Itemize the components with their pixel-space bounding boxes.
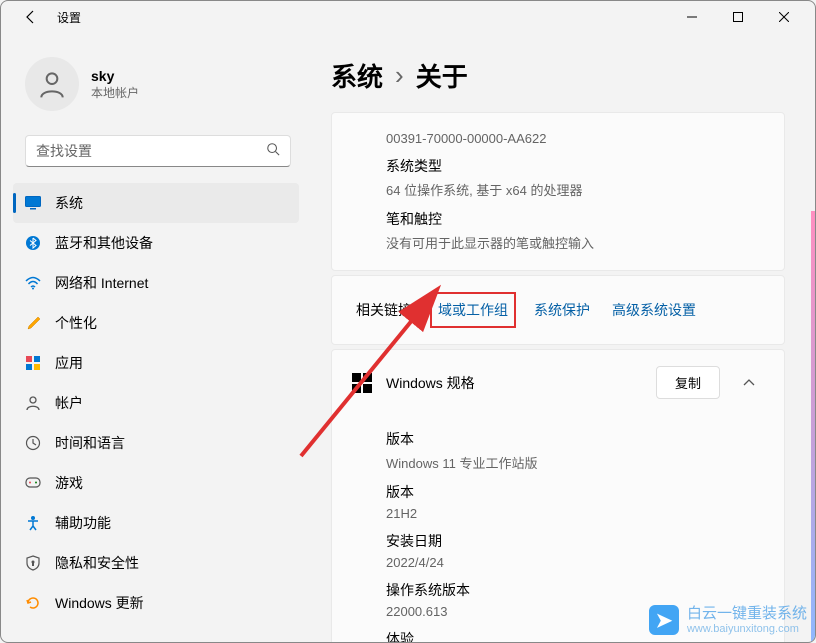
apps-icon — [25, 355, 41, 371]
watermark-url: www.baiyunxitong.com — [687, 623, 807, 636]
system-icon — [25, 195, 41, 211]
pen-touch-label: 笔和触控 — [386, 209, 760, 229]
system-type-label: 系统类型 — [386, 156, 760, 176]
edition-label: 版本 — [386, 429, 760, 449]
clock-globe-icon — [25, 435, 41, 451]
decorative-strip — [811, 211, 815, 642]
search-icon — [266, 142, 280, 161]
avatar — [25, 57, 79, 111]
pen-touch-value: 没有可用于此显示器的笔或触控输入 — [386, 233, 760, 252]
system-type-value: 64 位操作系统, 基于 x64 的处理器 — [386, 180, 760, 199]
back-button[interactable] — [21, 7, 41, 27]
link-system-protection[interactable]: 系统保护 — [530, 298, 594, 322]
nav-system[interactable]: 系统 — [13, 183, 299, 223]
nav-label: 应用 — [55, 353, 83, 373]
nav-list: 系统 蓝牙和其他设备 网络和 Internet 个性化 应用 — [1, 179, 311, 642]
chevron-right-icon: › — [395, 60, 404, 91]
nav-label: 隐私和安全性 — [55, 553, 139, 573]
related-links-card: 相关链接 域或工作组 系统保护 高级系统设置 — [331, 275, 785, 345]
breadcrumb-page: 关于 — [416, 57, 468, 94]
person-icon — [25, 395, 41, 411]
watermark: ➤ 白云一键重装系统 www.baiyunxitong.com — [649, 605, 807, 636]
related-links-label: 相关链接 — [356, 300, 412, 320]
install-date-value: 2022/4/24 — [386, 555, 760, 570]
device-info-card: 00391-70000-00000-AA622 系统类型 64 位操作系统, 基… — [331, 112, 785, 271]
nav-accounts[interactable]: 帐户 — [13, 383, 299, 423]
nav-gaming[interactable]: 游戏 — [13, 463, 299, 503]
bluetooth-icon — [25, 235, 41, 251]
nav-label: 个性化 — [55, 313, 97, 333]
version-label: 版本 — [386, 482, 760, 502]
product-id-value: 00391-70000-00000-AA622 — [386, 131, 760, 146]
nav-label: 时间和语言 — [55, 433, 125, 453]
nav-label: 帐户 — [55, 393, 83, 413]
accessibility-icon — [25, 515, 41, 531]
chevron-up-icon[interactable] — [734, 374, 764, 392]
windows-spec-card: Windows 规格 复制 版本 Windows 11 专业工作站版 版本 21… — [331, 349, 785, 642]
nav-apps[interactable]: 应用 — [13, 343, 299, 383]
nav-windows-update[interactable]: Windows 更新 — [13, 583, 299, 623]
brush-icon — [25, 315, 41, 331]
nav-time-language[interactable]: 时间和语言 — [13, 423, 299, 463]
nav-label: 游戏 — [55, 473, 83, 493]
nav-accessibility[interactable]: 辅助功能 — [13, 503, 299, 543]
user-section[interactable]: sky 本地帐户 — [1, 33, 311, 131]
update-icon — [25, 595, 41, 611]
nav-label: 蓝牙和其他设备 — [55, 233, 153, 253]
search-placeholder: 查找设置 — [36, 141, 92, 161]
main-content: 系统 › 关于 00391-70000-00000-AA622 系统类型 64 … — [311, 33, 815, 642]
link-domain-workgroup[interactable]: 域或工作组 — [430, 292, 516, 328]
user-type: 本地帐户 — [91, 84, 139, 101]
search-input[interactable]: 查找设置 — [25, 135, 291, 167]
user-name: sky — [91, 68, 139, 84]
nav-bluetooth[interactable]: 蓝牙和其他设备 — [13, 223, 299, 263]
version-value: 21H2 — [386, 506, 760, 521]
nav-privacy[interactable]: 隐私和安全性 — [13, 543, 299, 583]
watermark-icon: ➤ — [649, 605, 679, 635]
nav-personalization[interactable]: 个性化 — [13, 303, 299, 343]
link-advanced-settings[interactable]: 高级系统设置 — [608, 298, 700, 322]
wifi-icon — [25, 275, 41, 291]
gamepad-icon — [25, 475, 41, 491]
edition-value: Windows 11 专业工作站版 — [386, 453, 760, 472]
maximize-button[interactable] — [715, 1, 761, 33]
nav-label: 辅助功能 — [55, 513, 111, 533]
watermark-title: 白云一键重装系统 — [687, 605, 807, 623]
breadcrumb-root[interactable]: 系统 — [331, 57, 383, 94]
spec-title: Windows 规格 — [386, 373, 642, 393]
nav-network[interactable]: 网络和 Internet — [13, 263, 299, 303]
os-build-label: 操作系统版本 — [386, 580, 760, 600]
copy-button[interactable]: 复制 — [656, 366, 720, 399]
titlebar: 设置 — [1, 1, 815, 33]
nav-label: 系统 — [55, 193, 83, 213]
app-title: 设置 — [57, 9, 81, 26]
install-date-label: 安装日期 — [386, 531, 760, 551]
shield-icon — [25, 555, 41, 571]
nav-label: Windows 更新 — [55, 593, 144, 613]
close-button[interactable] — [761, 1, 807, 33]
windows-logo-icon — [352, 373, 372, 393]
sidebar: sky 本地帐户 查找设置 系统 蓝牙和其他设备 网 — [1, 33, 311, 642]
breadcrumb: 系统 › 关于 — [331, 57, 785, 94]
nav-label: 网络和 Internet — [55, 273, 148, 293]
minimize-button[interactable] — [669, 1, 715, 33]
